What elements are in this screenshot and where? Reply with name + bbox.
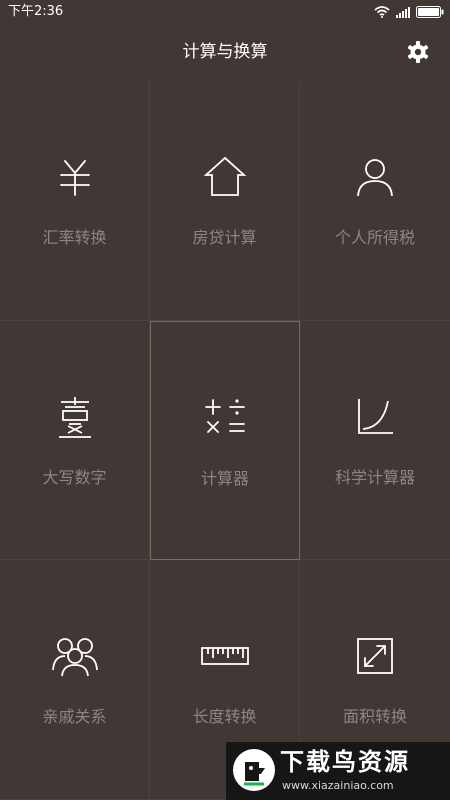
tile-currency[interactable]: 汇率转换 <box>0 81 150 321</box>
ruler-icon <box>200 647 249 665</box>
watermark-title: 下载鸟资源 <box>280 748 410 776</box>
function-graph-icon <box>358 399 393 434</box>
chinese-numeral-icon <box>58 397 91 438</box>
tile-mortgage[interactable]: 房贷计算 <box>150 81 300 321</box>
tile-label: 个人所得税 <box>334 228 415 247</box>
signal-icon <box>396 6 410 18</box>
tile-scientific-calculator[interactable]: 科学计算器 <box>300 321 450 560</box>
tile-income-tax[interactable]: 个人所得税 <box>300 81 450 321</box>
tile-label: 计算器 <box>200 469 249 488</box>
tool-grid: 汇率转换 房贷计算 个人所得税 大写数字 计算器 科学计算器 亲戚关系 长度转换… <box>0 81 450 800</box>
currency-icon <box>59 160 90 196</box>
status-icons <box>374 4 444 20</box>
tile-label: 汇率转换 <box>42 228 107 247</box>
status-bar: 下午2:36 <box>0 0 450 24</box>
tile-label: 科学计算器 <box>334 468 415 487</box>
settings-button[interactable] <box>406 40 430 64</box>
tile-label: 面积转换 <box>342 707 407 726</box>
tile-capital-numbers[interactable]: 大写数字 <box>0 321 150 560</box>
family-icon <box>51 638 98 677</box>
tile-label: 房贷计算 <box>192 228 257 247</box>
battery-icon <box>416 6 444 18</box>
person-icon <box>357 159 393 197</box>
tile-label: 亲戚关系 <box>42 707 107 726</box>
gear-icon <box>407 41 429 63</box>
calculator-icon <box>205 399 245 433</box>
wifi-icon <box>374 6 390 18</box>
page-title: 计算与换算 <box>182 42 268 62</box>
tile-calculator[interactable]: 计算器 <box>150 321 300 560</box>
app-bar: 计算与换算 <box>0 24 450 81</box>
tile-label: 大写数字 <box>42 468 107 487</box>
tile-relatives[interactable]: 亲戚关系 <box>0 560 150 800</box>
app-screen: 下午2:36 计算与换算 汇率转换 房贷计算 个人所得税 大写数字 计算器 科学… <box>0 0 450 800</box>
watermark-banner: 下载鸟资源 www.xiazainiao.com <box>226 742 450 800</box>
area-resize-icon <box>357 638 393 674</box>
status-time: 下午2:36 <box>8 4 64 19</box>
watermark-url: www.xiazainiao.com <box>282 779 394 792</box>
bird-logo-icon <box>233 749 275 791</box>
house-icon <box>203 156 246 196</box>
tile-label: 长度转换 <box>192 707 257 726</box>
